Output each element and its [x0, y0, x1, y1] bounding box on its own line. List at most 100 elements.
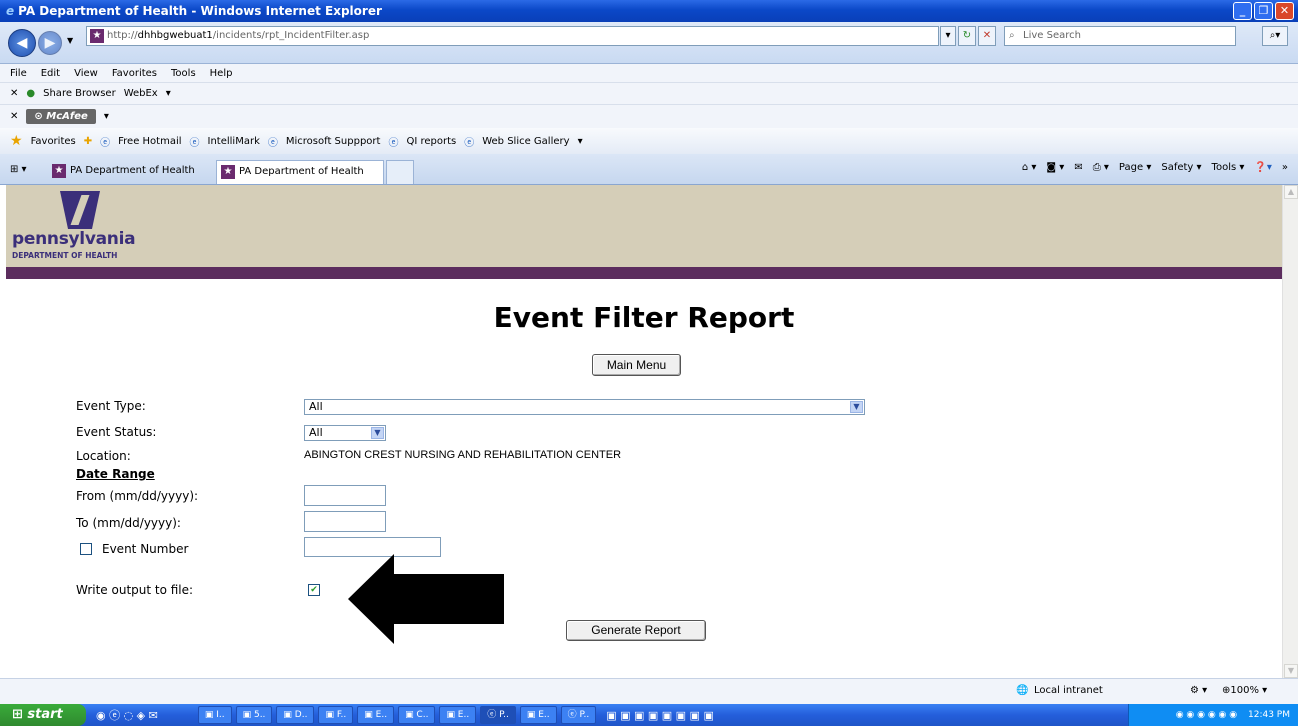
share-browser-button[interactable]: Share Browser [43, 88, 116, 99]
event-number-checkbox[interactable] [80, 543, 92, 555]
taskbar-item[interactable]: ⓔ P.. [560, 706, 597, 724]
header-banner: pennsylvania DEPARTMENT OF HEALTH [6, 185, 1282, 267]
search-icon: ⌕ [1009, 30, 1015, 41]
address-host: dhhbgwebuat1 [137, 30, 213, 41]
tray-icons[interactable]: ◉ ◉ ◉ ◉ ◉ ◉ [1176, 710, 1237, 720]
taskbar-item[interactable]: ▣ E.. [439, 706, 477, 724]
tab-2[interactable]: ★ PA Department of Health ✕ [216, 160, 384, 199]
restore-button[interactable]: ❐ [1254, 2, 1273, 20]
taskbar-item[interactable]: ▣ C.. [398, 706, 436, 724]
print-icon[interactable]: ⎙ ▾ [1093, 162, 1109, 173]
ie-page-icon: ⓔ [388, 137, 399, 149]
event-type-label: Event Type: [76, 399, 146, 413]
event-type-select[interactable]: All ▼ [304, 399, 865, 415]
mcafee-button[interactable]: ⊙ McAfee [26, 109, 96, 124]
ie-page-icon: ⓔ [267, 137, 278, 149]
fav-link[interactable]: IntelliMark [208, 136, 260, 147]
search-placeholder: Live Search [1023, 30, 1081, 41]
tools-menu[interactable]: Tools ▾ [1212, 162, 1245, 173]
clock: 12:43 PM [1248, 710, 1290, 720]
webex-dropdown-icon[interactable]: ▾ [166, 88, 171, 99]
left-arrow-annotation [348, 554, 504, 644]
minimize-button[interactable]: _ [1233, 2, 1252, 20]
taskbar-item[interactable]: ▣ F.. [318, 706, 354, 724]
new-tab-button[interactable] [386, 160, 414, 184]
tab-label: PA Department of Health [70, 165, 195, 176]
close-button[interactable]: ✕ [1275, 2, 1294, 20]
chevron-down-icon: ▼ [850, 401, 863, 413]
menu-edit[interactable]: Edit [41, 68, 60, 79]
chevron-right-icon[interactable]: » [1282, 162, 1288, 173]
search-button[interactable]: ⌕▾ [1262, 26, 1288, 46]
favorites-button[interactable]: Favorites [31, 136, 76, 147]
zoom-control[interactable]: ⊕100% ▾ [1222, 685, 1267, 696]
webex-button[interactable]: WebEx [124, 88, 158, 99]
fav-link[interactable]: Free Hotmail [118, 136, 181, 147]
scroll-up-icon[interactable]: ▲ [1284, 185, 1298, 199]
mcafee-dropdown-icon[interactable]: ▾ [104, 111, 109, 122]
page-content: pennsylvania DEPARTMENT OF HEALTH Event … [6, 185, 1282, 678]
fav-dropdown-icon[interactable]: ▾ [578, 136, 583, 147]
feeds-icon[interactable]: ◙ ▾ [1046, 162, 1064, 173]
keystone-icon [60, 191, 100, 229]
start-button[interactable]: ⊞ start [0, 704, 86, 726]
page-menu-label: Page [1118, 162, 1144, 173]
add-favorite-icon[interactable]: ✚ [84, 136, 92, 147]
generate-report-button[interactable]: Generate Report [566, 620, 706, 641]
taskbar-item[interactable]: ▣ E.. [357, 706, 395, 724]
protected-mode-icon[interactable]: ⚙ ▾ [1190, 685, 1207, 696]
help-icon[interactable]: ❓▾ [1254, 162, 1271, 173]
back-button[interactable]: ◀ [8, 29, 36, 57]
taskbar-item[interactable]: ▣ 5.. [235, 706, 273, 724]
forward-button[interactable]: ▶ [38, 31, 62, 55]
intranet-globe-icon: 🌐 [1016, 685, 1029, 696]
stop-icon[interactable]: ✕ [978, 26, 996, 46]
site-favicon-icon: ★ [221, 165, 235, 179]
taskbar-item[interactable]: ▣ I.. [197, 706, 232, 724]
to-date-input[interactable] [304, 511, 386, 532]
taskbar-item[interactable]: ▣ D.. [276, 706, 315, 724]
taskbar-item[interactable]: ⓔ P.. [480, 706, 516, 724]
taskbar-item[interactable]: ▣ E.. [519, 706, 557, 724]
tab-row: ⊞ ▾ ★ PA Department of Health ★ PA Depar… [0, 154, 1298, 199]
fav-link[interactable]: QI reports [406, 136, 456, 147]
main-menu-button[interactable]: Main Menu [592, 354, 681, 376]
zoom-level: 100% [1230, 685, 1259, 696]
fav-link[interactable]: Microsoft Suppport [286, 136, 381, 147]
page-menu[interactable]: Page ▾ [1119, 162, 1151, 173]
search-input[interactable]: ⌕ Live Search [1004, 26, 1236, 46]
write-output-checkbox[interactable]: ✔ [308, 584, 320, 596]
to-date-label: To (mm/dd/yyyy): [76, 516, 181, 530]
menu-favorites[interactable]: Favorites [112, 68, 157, 79]
system-tray: ◉ ◉ ◉ ◉ ◉ ◉ 12:43 PM [1128, 704, 1298, 726]
quick-launch-icons[interactable]: ◉ ⓔ ◌ ◈ ✉ [96, 707, 158, 723]
mail-icon[interactable]: ✉ [1074, 162, 1082, 173]
vertical-scrollbar[interactable]: ▲ ▼ [1282, 185, 1298, 678]
address-bar[interactable]: ★ http://dhhbgwebuat1/incidents/rpt_Inci… [86, 26, 939, 46]
quick-tabs-icon[interactable]: ⊞ ▾ [10, 164, 27, 175]
toolbar-close-icon[interactable]: ✕ [10, 88, 18, 99]
safety-menu[interactable]: Safety ▾ [1161, 162, 1201, 173]
scroll-down-icon[interactable]: ▼ [1284, 664, 1298, 678]
menu-file[interactable]: File [10, 68, 27, 79]
location-value: ABINGTON CREST NURSING AND REHABILITATIO… [304, 449, 622, 461]
toolbar-close-icon[interactable]: ✕ [10, 111, 18, 122]
menu-view[interactable]: View [74, 68, 98, 79]
site-favicon-icon: ★ [52, 164, 66, 178]
header-divider [6, 267, 1282, 279]
home-icon[interactable]: ⌂ ▾ [1022, 162, 1037, 173]
event-status-select[interactable]: All ▼ [304, 425, 386, 441]
fav-link[interactable]: Web Slice Gallery [482, 136, 569, 147]
address-dropdown-icon[interactable]: ▾ [940, 26, 956, 46]
tools-menu-label: Tools [1211, 162, 1237, 173]
menu-tools[interactable]: Tools [171, 68, 196, 79]
toolbar-mcafee: ✕ ⊙ McAfee ▾ [0, 104, 1298, 128]
tab-1[interactable]: ★ PA Department of Health [48, 160, 210, 184]
page-title: Event Filter Report [493, 301, 795, 334]
from-date-input[interactable] [304, 485, 386, 506]
history-dropdown-icon[interactable]: ▼ [67, 36, 73, 45]
taskbar-app-icons[interactable]: ▣ ▣ ▣ ▣ ▣ ▣ ▣ ▣ [606, 709, 714, 722]
pa-health-logo: pennsylvania DEPARTMENT OF HEALTH [12, 189, 154, 261]
refresh-icon[interactable]: ↻ [958, 26, 976, 46]
menu-help[interactable]: Help [210, 68, 233, 79]
